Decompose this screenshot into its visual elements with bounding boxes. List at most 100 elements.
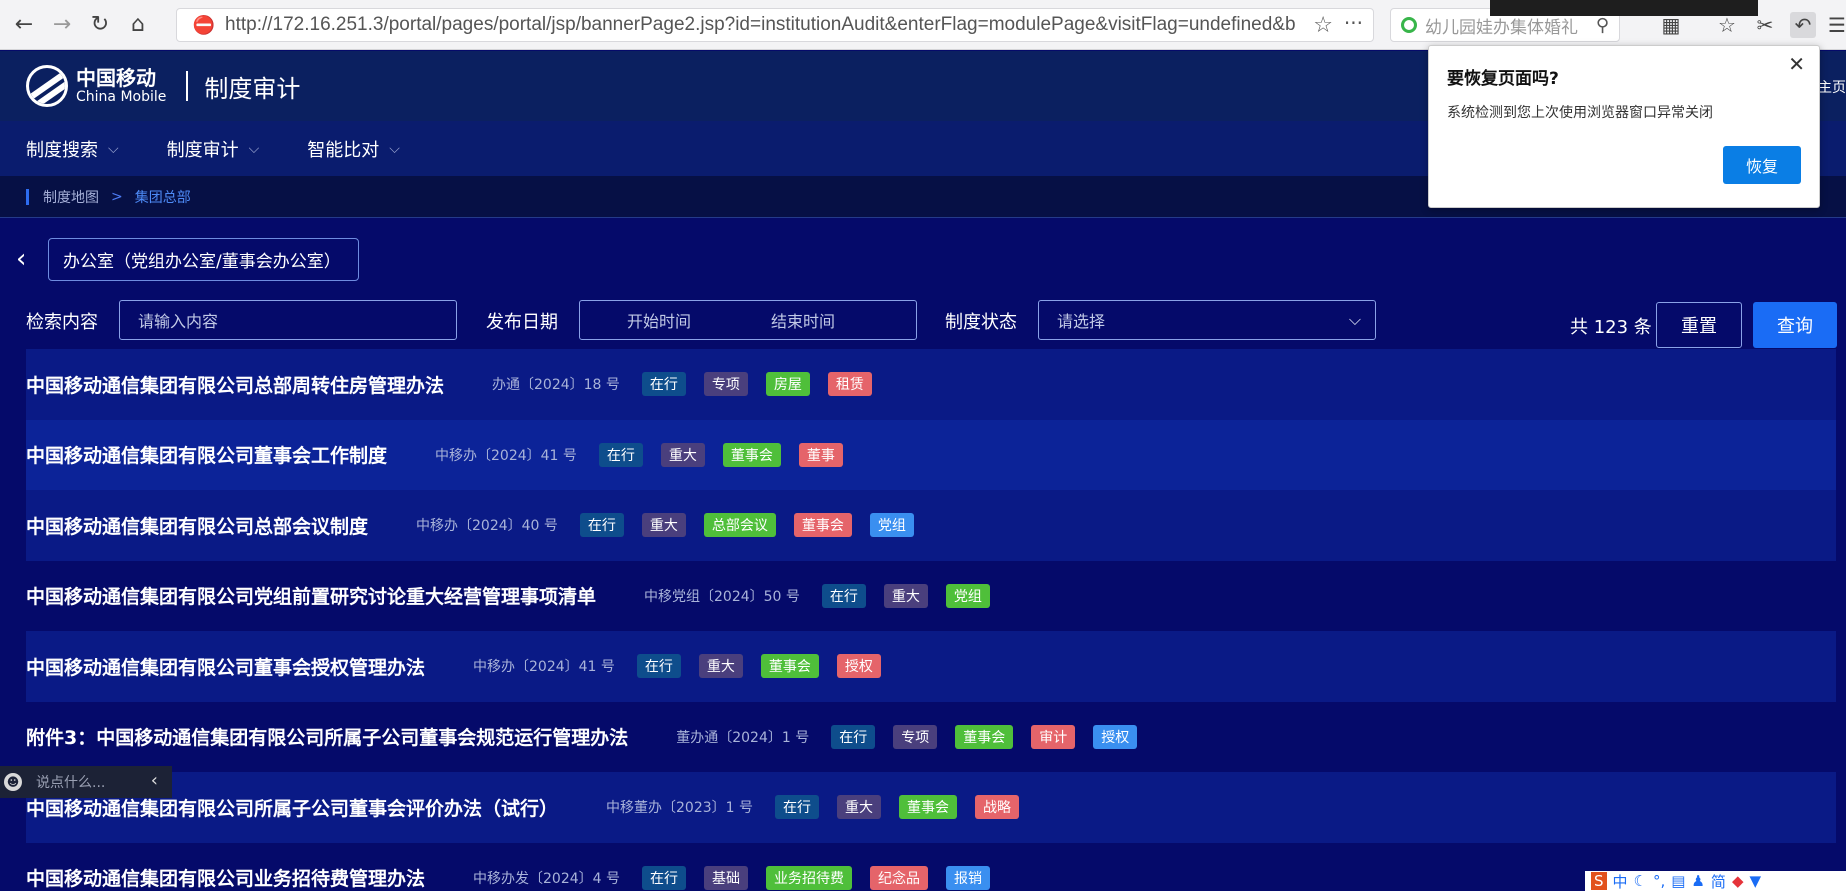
brand-en: China Mobile [76,89,167,105]
menu-item-label: 智能比对 [307,139,380,161]
breadcrumb-current[interactable]: 集团总部 [135,187,191,207]
chevron-down-icon: ⌵ [389,140,400,157]
status-select[interactable]: 请选择 ⌵ [1038,300,1376,340]
tag-badge: 重大 [660,442,705,467]
chat-widget[interactable]: ☻ 说点什么... ‹ [0,766,172,798]
undo-icon[interactable]: ↶ [1790,12,1816,38]
ime-user-icon[interactable]: ♟ [1691,872,1704,890]
popup-message: 系统检测到您上次使用浏览器窗口异常关闭 [1447,105,1713,121]
bookmark-star-icon[interactable]: ☆ [1313,13,1333,38]
back-arrow-icon[interactable]: ‹ [16,244,26,274]
tag-badge: 授权 [1093,724,1138,749]
date-start-input[interactable]: 开始时间 [627,308,691,332]
query-button[interactable]: 查询 [1753,302,1837,348]
tag-badge: 报销 [946,865,991,890]
list-item[interactable]: 中国移动通信集团有限公司董事会授权管理办法 中移办〔2024〕41 号 在行 重大 董事… [26,631,1836,702]
address-bar[interactable]: ⛔ http://172.16.251.3/portal/pages/porta… [176,8,1374,42]
url-text[interactable]: http://172.16.251.3/portal/pages/portal/… [225,14,1295,36]
document-number: 中移董办〔2023〕1 号 [606,800,754,817]
close-icon[interactable]: ✕ [1788,52,1805,76]
tag-badge: 党组 [945,583,990,608]
document-number: 办通〔2024〕18 号 [492,377,620,394]
reload-icon[interactable]: ↻ [86,11,114,39]
status-select-value: 请选择 [1057,312,1106,331]
brand: 中国移动 China Mobile [76,67,166,105]
chevron-down-icon: ⌵ [248,140,260,157]
china-mobile-logo [26,65,68,107]
tooltip-tab [1490,0,1758,16]
regulation-title[interactable]: 中国移动通信集团有限公司董事会授权管理办法 [26,653,425,680]
publish-date-label: 发布日期 [486,312,558,333]
tag-badge: 在行 [641,372,686,397]
document-number: 中移党组〔2024〕50 号 [644,588,800,605]
regulation-title[interactable]: 中国移动通信集团有限公司业务招待费管理办法 [26,864,425,891]
menu-item-compare[interactable]: 智能比对 ⌵ [307,136,400,162]
date-end-input[interactable]: 结束时间 [771,308,835,332]
tag-badge: 租赁 [827,372,872,397]
document-number: 中移办发〔2024〕4 号 [473,870,621,887]
document-number: 中移办〔2024〕41 号 [435,447,577,464]
app-title: 制度审计 [204,74,301,103]
tag-badge: 在行 [598,442,643,467]
regulation-title[interactable]: 中国移动通信集团有限公司董事会工作制度 [26,441,387,468]
tag-badge: 董事会 [760,654,819,679]
list-item[interactable]: 中国移动通信集团有限公司所属子公司董事会评价办法（试行） 中移董办〔2023〕1 … [26,772,1836,843]
search-content-label: 检索内容 [26,312,98,333]
brand-divider [186,71,189,101]
ime-lang[interactable]: 中 [1613,871,1628,891]
tag-badge: 董事会 [793,513,852,538]
ime-simplified[interactable]: 简 [1711,871,1726,891]
tag-badge: 在行 [579,513,624,538]
regulation-title[interactable]: 中国移动通信集团有限公司党组前置研究讨论重大经营管理事项清单 [26,582,596,609]
breadcrumb-root[interactable]: 制度地图 [43,187,99,207]
tag-badge: 党组 [869,513,914,538]
browser-search-text[interactable]: 幼儿园娃办集体婚礼 [1425,13,1578,38]
tag-badge: 重大 [883,583,928,608]
ime-keyboard-icon[interactable]: ▤ [1671,872,1685,890]
ime-moon-icon[interactable]: ☾ [1634,872,1647,890]
regulation-title[interactable]: 中国移动通信集团有限公司总部会议制度 [26,512,368,539]
regulation-title[interactable]: 中国移动通信集团有限公司总部周转住房管理办法 [26,371,444,398]
brand-cn: 中国移动 [76,66,156,90]
tag-badge: 重大 [641,513,686,538]
restore-button[interactable]: 恢复 [1723,146,1801,184]
collapse-icon[interactable]: ‹ [151,770,158,791]
reset-button[interactable]: 重置 [1656,302,1742,348]
back-icon[interactable]: ← [10,11,38,39]
breadcrumb-marker [26,188,29,205]
tag-badge: 在行 [642,865,687,890]
menu-item-label: 制度搜索 [26,139,98,161]
ime-toolbar[interactable]: S 中 ☾ °, ▤ ♟ 简 ◆ ▼ [1585,871,1846,891]
tag-badge: 在行 [821,583,866,608]
chat-input[interactable]: 说点什么... [36,772,105,792]
menu-item-search[interactable]: 制度搜索 ⌵ [26,136,119,162]
tag-badge: 在行 [831,724,876,749]
search-input[interactable]: 请输入内容 [119,300,457,340]
tag-badge: 重大 [698,654,743,679]
home-link[interactable]: 主页 [1818,77,1846,97]
ime-punct-icon[interactable]: °, [1653,872,1665,890]
home-icon[interactable]: ⌂ [124,11,152,39]
result-count: 共 123 条 [1570,317,1652,338]
menu-item-audit[interactable]: 制度审计 ⌵ [167,136,260,162]
search-icon[interactable]: ⚲ [1596,15,1609,36]
list-item[interactable]: 中国移动通信集团有限公司总部周转住房管理办法 办通〔2024〕18 号 在行 专项 房屋… [26,349,1836,420]
ime-skin-icon[interactable]: ◆ [1732,872,1744,890]
tag-badge: 在行 [636,654,681,679]
insecure-icon[interactable]: ⛔ [191,13,217,37]
status-label: 制度状态 [945,312,1017,333]
restore-page-popup: 要恢复页面吗? 系统检测到您上次使用浏览器窗口异常关闭 ✕ 恢复 [1428,45,1820,208]
menu-icon[interactable]: ☰ [1824,12,1846,38]
department-selector[interactable]: 办公室（党组办公室/董事会办公室） [48,238,359,281]
more-icon[interactable]: ··· [1344,11,1363,35]
list-item[interactable]: 中国移动通信集团有限公司业务招待费管理办法 中移办发〔2024〕4 号 在行 基础 业务… [26,843,1836,891]
forward-icon[interactable]: → [48,11,76,39]
date-range-picker[interactable]: 开始时间 结束时间 [579,300,917,340]
popup-title: 要恢复页面吗? [1447,69,1559,89]
regulation-title[interactable]: 附件3：中国移动通信集团有限公司所属子公司董事会规范运行管理办法 [26,723,628,750]
list-item[interactable]: 中国移动通信集团有限公司党组前置研究讨论重大经营管理事项清单 中移党组〔2024〕… [26,561,1836,632]
list-item[interactable]: 中国移动通信集团有限公司总部会议制度 中移办〔2024〕40 号 在行 重大 总部会议董… [26,490,1836,561]
ime-shirt-icon[interactable]: ▼ [1749,872,1761,890]
list-item[interactable]: 中国移动通信集团有限公司董事会工作制度 中移办〔2024〕41 号 在行 重大 董事会董… [26,419,1836,490]
list-item[interactable]: 附件3：中国移动通信集团有限公司所属子公司董事会规范运行管理办法 董办通〔2024… [26,702,1836,773]
